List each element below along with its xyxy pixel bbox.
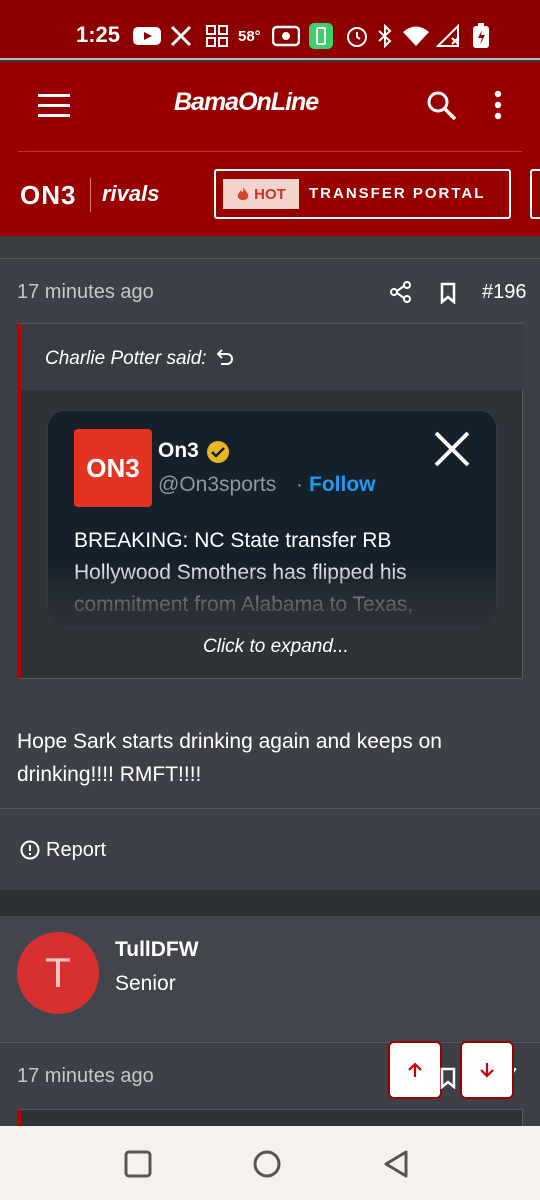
bookmark-icon-partial[interactable] [440, 1067, 456, 1094]
user-avatar[interactable]: T [17, 932, 99, 1014]
rivals-logo[interactable]: rivals [102, 181, 160, 207]
radio-icon [272, 24, 300, 48]
report-button[interactable]: Report [46, 839, 106, 862]
more-options-icon[interactable] [494, 90, 502, 127]
search-icon[interactable] [426, 90, 458, 127]
wifi-icon [402, 24, 430, 48]
post-body: Hope Sark starts drinking again and keep… [17, 730, 442, 786]
arrow-down-icon [480, 1063, 494, 1078]
verified-icon [206, 440, 230, 469]
tweet-avatar[interactable]: ON3 [74, 429, 152, 507]
share-icon[interactable] [390, 281, 412, 308]
battery-icon [472, 23, 490, 48]
quote-author[interactable]: Charlie Potter said: [45, 348, 207, 370]
next-nav-button[interactable] [530, 169, 540, 219]
grid-app-icon [205, 24, 229, 48]
post-196: 17 minutes ago #196 Charlie Potter said:… [0, 258, 540, 890]
sub-nav: ON3 rivals HOT TRANSFER PORTAL [0, 152, 540, 236]
click-to-expand[interactable]: Click to expand... [203, 636, 349, 658]
jump-to-quote-icon[interactable] [215, 348, 233, 373]
flame-icon [237, 187, 249, 200]
youtube-icon [133, 24, 161, 48]
system-nav-bar [0, 1126, 540, 1200]
status-time: 1:25 [76, 22, 121, 47]
tweet-handle[interactable]: @On3sports [158, 473, 276, 497]
report-icon[interactable] [20, 840, 40, 865]
on3-logo[interactable]: ON3 [20, 180, 76, 211]
scroll-up-button[interactable] [388, 1041, 442, 1099]
signal-icon [436, 24, 462, 48]
home-icon[interactable] [252, 1149, 282, 1184]
tweet-follow-link[interactable]: Follow [309, 473, 376, 497]
site-logo[interactable]: BamaOnLine [174, 88, 319, 117]
x-app-icon [170, 24, 192, 48]
tweet-separator: · [296, 473, 303, 496]
bluetooth-icon [376, 24, 394, 48]
site-header: BamaOnLine [0, 62, 540, 152]
recent-apps-icon[interactable] [124, 1150, 152, 1183]
quote-block-partial [17, 1109, 523, 1127]
post-time: 17 minutes ago [17, 281, 154, 303]
post-197: T TullDFW Senior 17 minutes ago 7 [0, 916, 540, 1127]
arrow-up-icon [408, 1062, 422, 1077]
user-rank: Senior [115, 972, 176, 995]
posts-gap [0, 890, 540, 916]
username[interactable]: TullDFW [115, 938, 199, 962]
transfer-portal-label: TRANSFER PORTAL [309, 185, 486, 202]
scroll-down-button[interactable] [460, 1041, 514, 1099]
embedded-tweet[interactable]: ON3 On3 @On3sports · Follow BREAKING: NC… [47, 410, 497, 628]
transfer-portal-button[interactable]: HOT TRANSFER PORTAL [214, 169, 511, 219]
quote-block: Charlie Potter said: ON3 On3 @On3sports … [17, 323, 523, 679]
back-icon[interactable] [382, 1149, 410, 1184]
battery-saver-icon [309, 23, 333, 49]
tweet-name[interactable]: On3 [158, 439, 199, 463]
post-meta-row: 17 minutes ago 7 [0, 1042, 540, 1127]
post-time: 17 minutes ago [17, 1065, 154, 1087]
bookmark-icon[interactable] [440, 282, 456, 309]
weather-temp: 58° [238, 27, 261, 45]
post-number[interactable]: #196 [482, 281, 527, 304]
post-footer-divider [0, 808, 540, 809]
status-bar: 1:25 58° [0, 0, 540, 60]
hot-label: HOT [254, 185, 286, 203]
hot-badge: HOT [223, 179, 299, 209]
post-separator [0, 236, 540, 258]
x-logo-icon[interactable] [434, 431, 470, 472]
logo-divider [90, 178, 91, 212]
menu-icon[interactable] [38, 94, 70, 123]
alarm-icon [345, 24, 369, 48]
tweet-fade [48, 561, 496, 627]
